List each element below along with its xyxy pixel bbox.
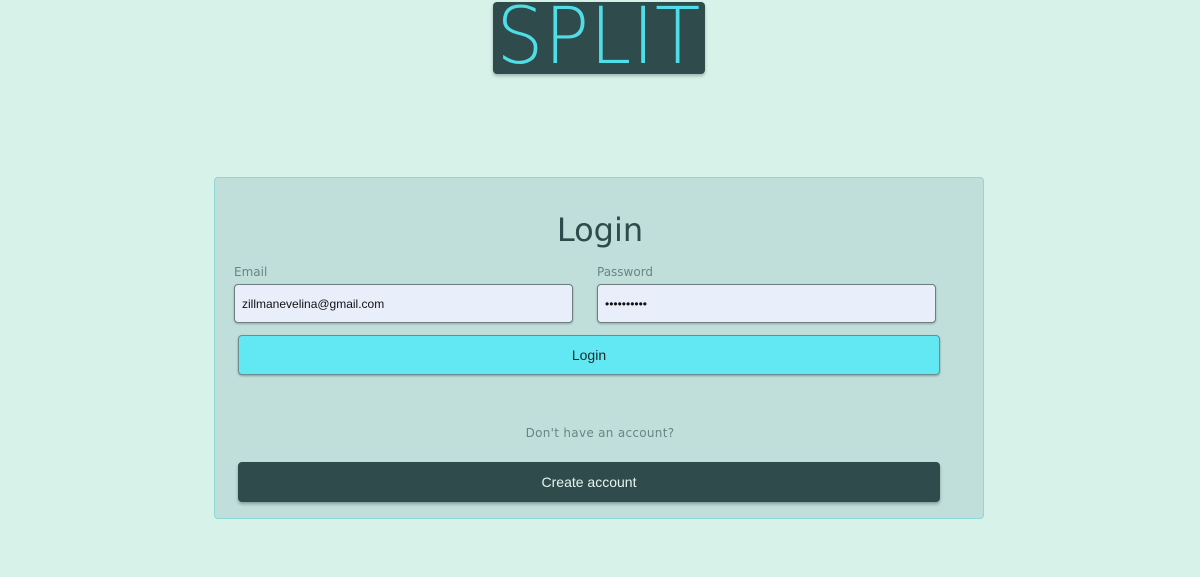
logo-text: SPLIT [496, 2, 702, 74]
password-label: Password [597, 265, 654, 279]
email-field[interactable] [234, 284, 573, 323]
no-account-prompt: Don't have an account? [525, 426, 675, 440]
login-page: SPLIT Login Email Password Login Don't h… [0, 0, 1200, 577]
login-title: Login [556, 211, 644, 249]
login-button[interactable]: Login [238, 335, 940, 375]
email-label: Email [234, 265, 268, 279]
login-card: Login Email Password Login Don't have an… [214, 177, 984, 519]
password-field[interactable] [597, 284, 936, 323]
create-account-button[interactable]: Create account [238, 462, 940, 502]
split-logo: SPLIT [493, 2, 705, 74]
